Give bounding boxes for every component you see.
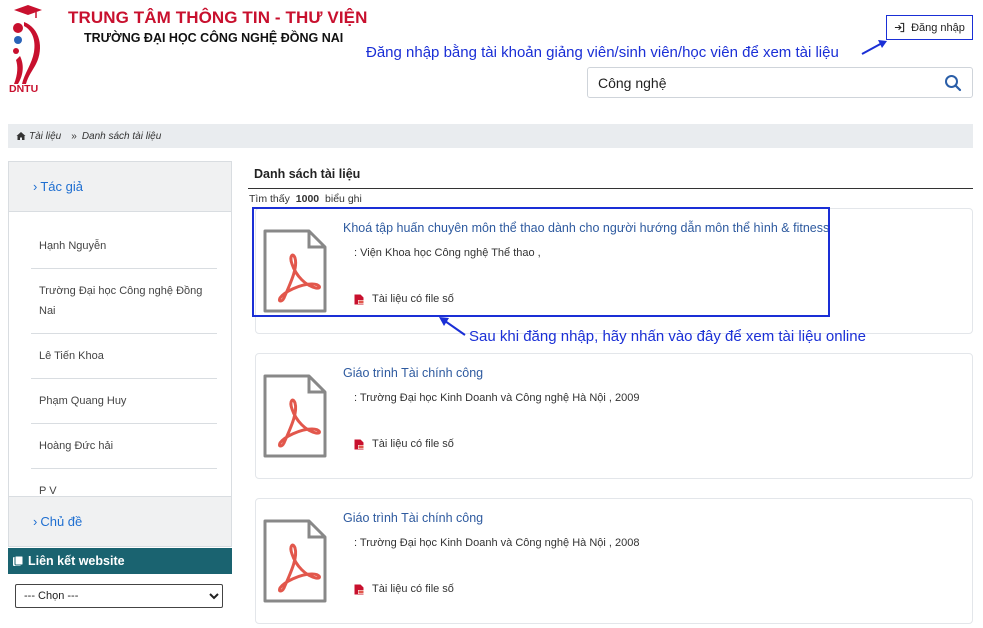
document-file-badge: Tài liệu có file số <box>354 583 454 595</box>
author-item[interactable]: Trường Đại học Công nghệ Đồng Nai <box>31 269 217 334</box>
document-author: : Trường Đại học Kinh Doanh và Công nghệ… <box>354 392 640 404</box>
pdf-small-icon <box>354 439 364 449</box>
chevron-right-icon: › <box>33 179 38 194</box>
author-item[interactable]: Phạm Quang Huy <box>31 379 217 424</box>
list-title-divider <box>248 188 973 189</box>
breadcrumb: Tài liệu » Danh sách tài liệu <box>8 124 973 148</box>
login-button-label: Đăng nhập <box>911 21 965 34</box>
author-item[interactable]: Hoàng Đức hải <box>31 424 217 469</box>
author-list: Hạnh Nguyễn Trường Đại học Công nghệ Đồn… <box>31 224 217 513</box>
sidebar-panel: › Tác giả Hạnh Nguyễn Trường Đại học Côn… <box>8 161 232 547</box>
pdf-small-icon <box>354 584 364 594</box>
search-input[interactable] <box>598 73 928 93</box>
login-instruction-note: Đăng nhập bằng tài khoản giảng viên/sinh… <box>366 44 839 61</box>
pdf-file-icon <box>263 374 327 458</box>
breadcrumb-document-list: Danh sách tài liệu <box>81 130 162 142</box>
subject-facet-label: Chủ đề <box>40 514 83 529</box>
home-icon <box>16 132 26 140</box>
result-count-number: 1000 <box>295 193 320 205</box>
click-instruction-note: Sau khi đăng nhập, hãy nhấn vào đây để x… <box>469 328 866 345</box>
document-file-badge: Tài liệu có file số <box>354 438 454 450</box>
logo-text: DNTU <box>9 83 39 95</box>
brand-subtitle: TRƯỜNG ĐẠI HỌC CÔNG NGHỆ ĐỒNG NAI <box>84 31 344 45</box>
document-author: : Trường Đại học Kinh Doanh và Công nghệ… <box>354 537 640 549</box>
dntu-logo[interactable]: DNTU <box>6 4 50 96</box>
result-count-suffix: biểu ghi <box>325 193 362 205</box>
website-links-heading: Liên kết website <box>8 548 232 574</box>
document-list-title: Danh sách tài liệu <box>254 167 361 181</box>
arrow-to-document-icon <box>439 317 466 336</box>
chevron-right-icon: › <box>33 514 38 529</box>
website-links-select[interactable]: --- Chọn --- <box>15 584 223 608</box>
author-item[interactable]: Hạnh Nguyễn <box>31 224 217 269</box>
login-button[interactable]: Đăng nhập <box>886 15 973 40</box>
breadcrumb-separator: » <box>71 130 77 142</box>
click-here-highlight <box>252 207 830 317</box>
pdf-file-icon <box>263 519 327 603</box>
document-card[interactable]: Giáo trình Tài chính công : Trường Đại h… <box>255 353 973 479</box>
website-links-label: Liên kết website <box>28 554 125 568</box>
result-count-prefix: Tìm thấy <box>249 193 290 205</box>
author-item[interactable]: Lê Tiến Khoa <box>31 334 217 379</box>
result-count: Tìm thấy 1000 biểu ghi <box>249 193 362 205</box>
document-card[interactable]: Giáo trình Tài chính công : Trường Đại h… <box>255 498 973 624</box>
document-title-link[interactable]: Giáo trình Tài chính công <box>343 511 483 525</box>
breadcrumb-documents[interactable]: Tài liệu <box>29 131 61 142</box>
link-icon <box>13 555 24 566</box>
search-icon[interactable] <box>944 74 962 92</box>
author-facet-label: Tác giả <box>40 179 83 194</box>
login-icon <box>894 22 905 33</box>
document-file-label: Tài liệu có file số <box>372 438 454 450</box>
arrow-to-login-icon <box>861 40 887 55</box>
document-file-label: Tài liệu có file số <box>372 583 454 595</box>
author-facet-heading[interactable]: › Tác giả <box>9 162 231 212</box>
search-box[interactable] <box>587 67 973 98</box>
document-title-link[interactable]: Giáo trình Tài chính công <box>343 366 483 380</box>
brand-title: TRUNG TÂM THÔNG TIN - THƯ VIỆN <box>68 8 368 27</box>
subject-facet-heading[interactable]: › Chủ đề <box>9 496 231 546</box>
